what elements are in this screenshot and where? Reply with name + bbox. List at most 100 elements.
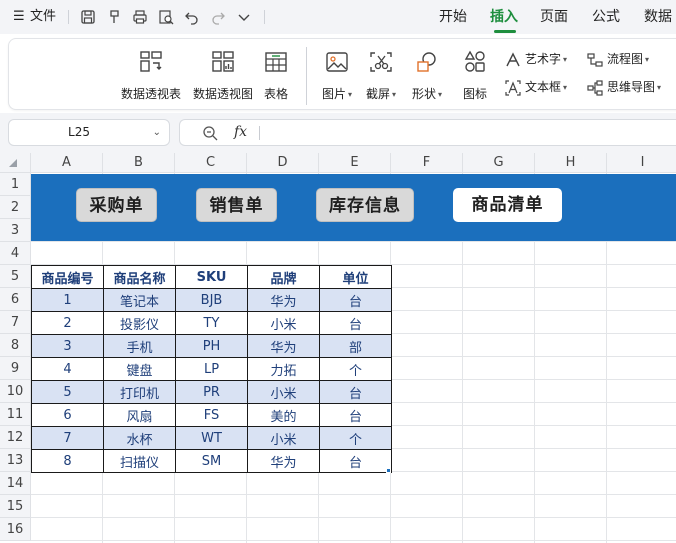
table-cell[interactable]: 打印机 (103, 380, 176, 404)
header-cell[interactable]: 单位 (319, 265, 392, 289)
print-icon[interactable] (132, 9, 148, 25)
table-cell[interactable]: 个 (319, 426, 392, 450)
row-header[interactable]: 10 (0, 380, 31, 403)
fx-icon[interactable]: fx (234, 120, 247, 145)
column-header[interactable]: C (175, 153, 247, 173)
fill-handle[interactable] (386, 468, 391, 473)
column-header[interactable]: E (319, 153, 391, 173)
chevron-down-icon[interactable]: ⌄ (153, 120, 161, 145)
picture-button[interactable]: 图片 ▾ (318, 47, 356, 105)
table-cell[interactable]: LP (175, 357, 248, 381)
table-cell[interactable]: 华为 (247, 334, 320, 358)
row-header[interactable]: 13 (0, 449, 31, 472)
redo-icon[interactable] (210, 9, 226, 25)
table-cell[interactable]: 2 (31, 311, 104, 335)
table-cell[interactable]: SM (175, 449, 248, 473)
table-cell[interactable]: 台 (319, 311, 392, 335)
table-cell[interactable]: PR (175, 380, 248, 404)
row-header[interactable]: 5 (0, 265, 31, 288)
table-cell[interactable]: 台 (319, 449, 392, 473)
table-cell[interactable]: 风扇 (103, 403, 176, 427)
table-cell[interactable]: 小米 (247, 380, 320, 404)
file-menu[interactable]: 文件 (30, 0, 56, 34)
wordart-button[interactable]: 艺术字 ▾ (505, 49, 567, 69)
table-cell[interactable]: 部 (319, 334, 392, 358)
table-cell[interactable]: 小米 (247, 426, 320, 450)
tab-insert[interactable]: 插入 (490, 0, 518, 34)
table-cell[interactable]: 水杯 (103, 426, 176, 450)
table-cell[interactable]: 键盘 (103, 357, 176, 381)
product-list-button[interactable]: 商品清单 (453, 188, 562, 222)
row-header[interactable]: 6 (0, 288, 31, 311)
column-header[interactable]: A (31, 153, 103, 173)
row-header[interactable]: 7 (0, 311, 31, 334)
table-cell[interactable]: WT (175, 426, 248, 450)
table-cell[interactable]: 华为 (247, 449, 320, 473)
select-all-corner[interactable] (0, 153, 31, 173)
table-cell[interactable]: 笔记本 (103, 288, 176, 312)
flowchart-button[interactable]: 流程图 ▾ (587, 49, 649, 69)
spreadsheet-grid[interactable]: A B C D E F G H I 1 2 3 4 5 6 7 8 9 10 1… (0, 153, 676, 543)
pivot-chart-button[interactable]: 数据透视图 (187, 47, 259, 105)
header-cell[interactable]: 商品名称 (103, 265, 176, 289)
row-header[interactable]: 2 (0, 196, 31, 219)
chevron-down-icon[interactable] (236, 9, 252, 25)
table-cell[interactable]: 4 (31, 357, 104, 381)
table-cell[interactable]: 华为 (247, 288, 320, 312)
tab-home[interactable]: 开始 (439, 0, 467, 34)
save-icon[interactable] (80, 9, 96, 25)
name-box[interactable]: L25 ⌄ (8, 119, 170, 146)
zoom-icon[interactable] (202, 125, 218, 141)
table-cell[interactable]: 6 (31, 403, 104, 427)
table-cell[interactable]: 3 (31, 334, 104, 358)
textbox-button[interactable]: 文本框 ▾ (505, 77, 567, 97)
column-header[interactable]: B (103, 153, 175, 173)
column-header[interactable]: G (463, 153, 535, 173)
table-cell[interactable]: 5 (31, 380, 104, 404)
tab-data[interactable]: 数据 (644, 0, 672, 34)
table-cell[interactable]: BJB (175, 288, 248, 312)
table-cell[interactable]: 力拓 (247, 357, 320, 381)
undo-icon[interactable] (184, 9, 200, 25)
row-header[interactable]: 14 (0, 472, 31, 495)
shapes-button[interactable]: 形状 ▾ (407, 47, 447, 105)
row-header[interactable]: 1 (0, 173, 31, 196)
row-header[interactable]: 15 (0, 495, 31, 518)
table-cell[interactable]: PH (175, 334, 248, 358)
purchase-order-button[interactable]: 采购单 (76, 188, 157, 222)
table-cell[interactable]: 个 (319, 357, 392, 381)
tab-formula[interactable]: 公式 (592, 0, 620, 34)
screenshot-button[interactable]: 截屏 ▾ (361, 47, 401, 105)
row-header[interactable]: 12 (0, 426, 31, 449)
pivot-table-button[interactable]: 数据透视表 (115, 47, 187, 105)
table-cell[interactable]: 7 (31, 426, 104, 450)
table-cell[interactable]: 1 (31, 288, 104, 312)
row-header[interactable]: 9 (0, 357, 31, 380)
column-header[interactable]: F (391, 153, 463, 173)
row-header[interactable]: 11 (0, 403, 31, 426)
column-header[interactable]: I (607, 153, 676, 173)
table-cell[interactable]: 台 (319, 380, 392, 404)
print-preview-icon[interactable] (158, 9, 174, 25)
row-header[interactable]: 16 (0, 518, 31, 541)
mindmap-button[interactable]: 思维导图 ▾ (587, 77, 661, 97)
hamburger-menu-icon[interactable]: ☰ (13, 0, 25, 34)
column-header[interactable]: H (535, 153, 607, 173)
header-cell[interactable]: 品牌 (247, 265, 320, 289)
table-cell[interactable]: 台 (319, 403, 392, 427)
table-cell[interactable]: 8 (31, 449, 104, 473)
header-cell[interactable]: SKU (175, 265, 248, 289)
table-cell[interactable]: FS (175, 403, 248, 427)
table-cell[interactable]: 台 (319, 288, 392, 312)
table-cell[interactable]: 小米 (247, 311, 320, 335)
icons-button[interactable]: 图标 (457, 47, 493, 105)
row-header[interactable]: 3 (0, 219, 31, 242)
header-cell[interactable]: 商品编号 (31, 265, 104, 289)
inventory-info-button[interactable]: 库存信息 (316, 188, 414, 222)
table-cell[interactable]: 扫描仪 (103, 449, 176, 473)
column-header[interactable]: D (247, 153, 319, 173)
row-header[interactable]: 4 (0, 242, 31, 265)
sales-order-button[interactable]: 销售单 (196, 188, 277, 222)
table-cell[interactable]: 手机 (103, 334, 176, 358)
table-cell[interactable]: TY (175, 311, 248, 335)
